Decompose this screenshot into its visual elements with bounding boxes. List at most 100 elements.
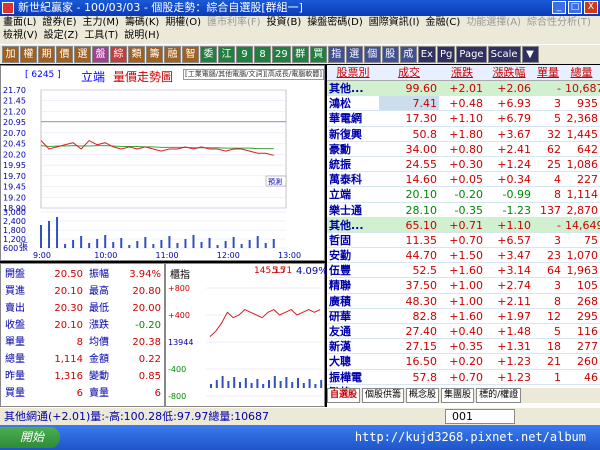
table-row[interactable]: 研華 82.8 +1.60 +1.97 12 295 [327,309,600,324]
toolbar-button[interactable]: 買 [309,46,327,63]
table-row[interactable]: 豪勳 34.00 +0.80 +2.41 62 642 [327,142,600,157]
menu-item[interactable]: 說明(H) [124,29,159,42]
toolbar-button[interactable]: Scale [487,46,521,63]
table-row[interactable]: 新漢 27.15 +0.35 +1.31 18 277 [327,339,600,355]
table-row[interactable]: 新復興 50.8 +1.80 +3.67 32 1,445 [327,127,600,142]
menu-item[interactable]: 綜合性分析(T) [527,16,591,29]
table-row[interactable]: 其他... 65.10 +0.71 +1.10 -14,649 [327,217,600,233]
toolbar-button[interactable]: 8 [254,46,271,63]
column-header[interactable]: 單量 [533,65,563,80]
info-value: 6 [76,388,83,399]
watchlist-tab[interactable]: 標的/權證 [476,388,522,403]
toolbar-button[interactable]: 期 [38,46,55,63]
table-cell: +0.30 [449,157,483,171]
table-row[interactable]: 精聯 37.50 +1.00 +2.74 3 105 [327,278,600,294]
toolbar-button[interactable]: 個 [363,46,381,63]
toolbar-button[interactable]: Page [456,46,487,63]
menu-item[interactable]: 金融(C) [426,16,461,29]
toolbar-button[interactable]: 江 [218,46,235,63]
menu-item[interactable]: 操盤密碼(D) [307,16,363,29]
table-row[interactable]: 哲固 11.35 +0.70 +6.57 3 75 [327,233,600,249]
watchlist-tab[interactable]: 概念股 [406,388,440,403]
maximize-button[interactable]: □ [568,1,582,14]
toolbar-button[interactable]: 加 [2,46,19,63]
watchlist-tab[interactable]: 自選股 [327,388,361,403]
menu-item[interactable]: 籌碼(K) [125,16,159,29]
mini-volume-bar [279,381,282,388]
table-row[interactable]: 大聰 16.50 +0.20 +1.23 21 260 [327,354,600,370]
table-cell: 7.41 [379,96,439,111]
minimize-button[interactable]: _ [552,1,566,14]
table-row[interactable]: 樂士通 28.10 -0.35 -1.23 137 2,870 [327,203,600,218]
toolbar-button[interactable]: 智 [182,46,199,63]
table-row[interactable]: 立端 20.10 -0.20 -0.99 8 1,114 [327,187,600,203]
table-row[interactable]: 統振 24.55 +0.30 +1.24 25 1,086 [327,157,600,173]
toolbar-button[interactable]: 選 [74,46,91,63]
table-row[interactable]: 友通 27.40 +0.40 +1.48 5 116 [327,324,600,340]
table-cell: 1,114 [566,188,599,202]
table-row[interactable]: 其他... 99.60 +2.01 +2.06 -10,687 [327,81,600,97]
menu-item[interactable]: 投資(B) [267,16,302,29]
mini-volume-bar [227,381,230,388]
toolbar-button[interactable]: 權 [20,46,37,63]
table-row[interactable]: 廣積 48.30 +1.00 +2.11 8 268 [327,294,600,309]
toolbar-button[interactable]: 盤 [92,46,109,63]
column-header[interactable]: 成交 [379,65,439,80]
watchlist-tab[interactable]: 個股供籌 [362,388,405,403]
toolbar-button[interactable]: Pg [436,46,456,63]
table-cell: 21 [547,355,561,369]
menu-item[interactable]: 畫面(L) [3,16,36,29]
y-tick-label: 3,000 [3,208,26,217]
menu-item[interactable]: 國際資訊(I) [369,16,420,29]
close-button[interactable]: X [584,1,598,14]
toolbar-button[interactable]: 價 [56,46,73,63]
info-value: 0.22 [138,354,161,365]
table-row[interactable]: 鴻松 7.41 +0.48 +6.93 3 935 [327,96,600,112]
toolbar-button[interactable]: ▼ [521,46,539,63]
table-cell: 116 [577,325,598,338]
column-header[interactable]: 漲跌 [439,65,485,80]
y-tick-label: 600 [3,244,18,253]
toolbar-button[interactable]: 29 [272,46,291,63]
toolbar-button[interactable]: 融 [164,46,181,63]
menu-item[interactable]: 工具(T) [84,29,118,42]
quote-info-panel: 開盤 20.50 振幅 3.94% 買進 20.10 最高 20.80 賣出 20.30 最低 20.… [0,263,165,407]
toolbar-button[interactable]: 籌 [146,46,163,63]
menu-item[interactable]: 期權(O) [165,16,201,29]
toolbar-button[interactable]: 選 [345,46,363,63]
watchlist-tab[interactable]: 集團股 [441,388,475,403]
y-tick-label: 20.20 [3,150,26,159]
menu-item[interactable]: 主力(M) [83,16,119,29]
table-cell: 10,687 [565,82,600,95]
toolbar-button[interactable]: 類 [128,46,145,63]
info-value: 20.30 [54,303,83,314]
menu-item[interactable]: 功能選擇(A) [466,16,521,29]
table-row[interactable]: 伍豐 52.5 +1.60 +3.14 64 1,963 [327,263,600,279]
toolbar-button[interactable]: 指 [327,46,345,63]
column-header[interactable]: 總量 [563,65,600,80]
table-row[interactable]: 安勤 44.70 +1.50 +3.47 23 1,070 [327,248,600,264]
table-row[interactable]: 萬泰科 14.60 +0.05 +0.34 4 227 [327,172,600,188]
toolbar-button[interactable]: Ex [417,46,436,63]
toolbar-button[interactable]: 綜 [110,46,127,63]
table-cell: +0.70 [449,233,483,247]
table-cell: - [557,218,561,232]
column-header[interactable]: 股票別 [327,65,379,80]
menu-item[interactable]: 匯市利率(F) [207,16,261,29]
table-row[interactable]: 華電網 17.30 +1.10 +6.79 5 2,368 [327,111,600,127]
stock-code-input[interactable]: 001 [445,409,515,424]
menu-item[interactable]: 證券(E) [42,16,76,29]
toolbar-button[interactable]: 委 [200,46,217,63]
toolbar-button[interactable]: 群 [291,46,309,63]
info-value: 0.85 [138,371,161,382]
menu-item[interactable]: 檢視(V) [3,29,38,42]
toolbar-button[interactable]: 成 [399,46,417,63]
column-header[interactable]: 漲跌幅 [485,65,533,80]
start-button[interactable]: 開始 [0,427,60,448]
table-cell: +1.00 [449,279,483,293]
table-row[interactable]: 振樺電 57.8 +0.70 +1.23 1 46 [327,370,600,385]
toolbar-button[interactable]: 9 [236,46,253,63]
toolbar-button[interactable]: 股 [381,46,399,63]
menu-item[interactable]: 設定(Z) [44,29,79,42]
table-cell: +0.20 [449,355,483,369]
